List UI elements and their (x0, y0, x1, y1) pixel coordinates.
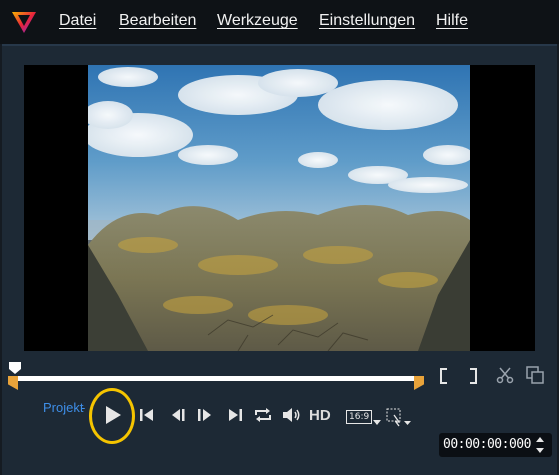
app-logo-icon (12, 12, 36, 33)
aspect-ratio-selector[interactable]: 16:9 (346, 410, 373, 424)
project-mode-label[interactable]: Projekt (43, 400, 83, 415)
snapshot-icon[interactable] (526, 366, 544, 384)
trim-end-bracket-icon[interactable] (468, 368, 478, 384)
repeat-icon[interactable] (253, 406, 273, 424)
menu-hilfe[interactable]: Hilfe (436, 12, 468, 30)
aspect-dropdown-icon[interactable] (373, 420, 381, 425)
menu-datei[interactable]: Datei (59, 12, 96, 30)
trim-start-bracket-icon[interactable] (439, 368, 449, 384)
menu-bearbeiten[interactable]: Bearbeiten (119, 12, 196, 30)
volume-icon[interactable] (282, 406, 302, 424)
go-to-end-icon[interactable] (227, 407, 243, 423)
menu-einstellungen[interactable]: Einstellungen (319, 12, 415, 30)
play-icon[interactable] (104, 405, 122, 425)
previous-frame-icon[interactable] (170, 407, 186, 423)
menu-bar: Datei Bearbeiten Werkzeuge Einstellungen… (0, 0, 559, 44)
scrubber-handle[interactable] (8, 361, 22, 375)
hd-toggle[interactable]: HD (309, 407, 331, 424)
scissors-icon[interactable] (496, 366, 514, 384)
timecode-value[interactable]: 00:00:00:000 (443, 437, 531, 452)
preview-frame (88, 65, 470, 351)
next-frame-icon[interactable] (197, 407, 213, 423)
menu-werkzeuge[interactable]: Werkzeuge (217, 12, 298, 30)
timeline-track[interactable] (12, 376, 422, 381)
timecode-spin-icon[interactable] (534, 434, 546, 456)
clip-mode-label[interactable]: - (81, 400, 85, 415)
go-to-start-icon[interactable] (139, 407, 155, 423)
resize-crop-icon[interactable] (386, 408, 412, 428)
